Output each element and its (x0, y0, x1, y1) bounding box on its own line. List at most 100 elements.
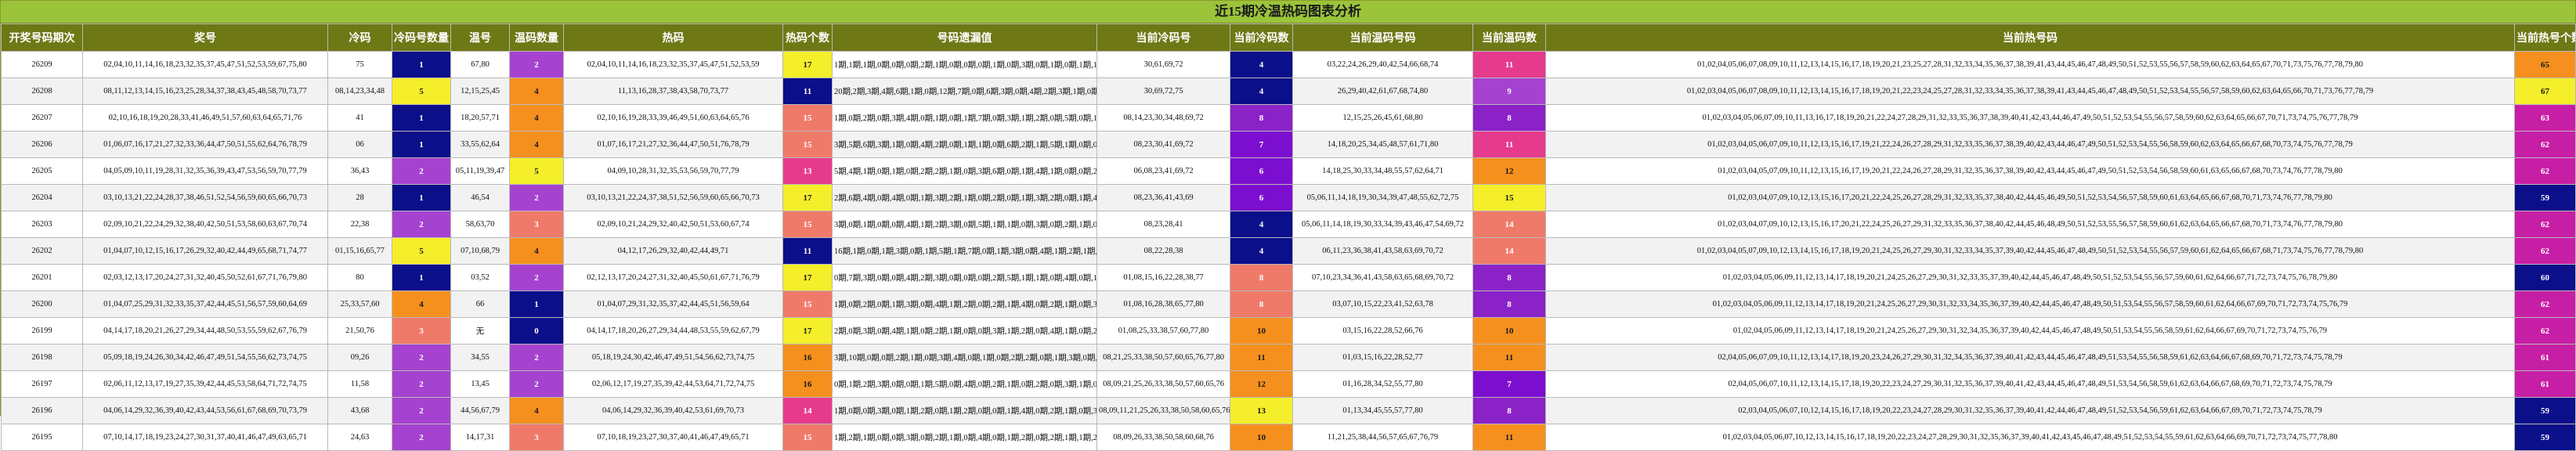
cold-cell: 25,33,57,60 (327, 290, 392, 318)
table-row: 26199 04,14,17,18,20,21,26,27,29,34,44,48… (1, 317, 2576, 345)
current-hot-cell: 02,04,05,06,07,09,10,11,12,13,14,17,18,1… (1545, 344, 2515, 371)
current-warm-cell: 06,11,23,36,38,41,43,58,63,69,70,72 (1292, 237, 1473, 265)
current-warm-count-cell: 8 (1472, 104, 1546, 132)
warm-count-cell: 2 (509, 51, 564, 78)
current-cold-cell: 08,23,28,41 (1097, 211, 1230, 238)
table-row: 26207 02,10,16,18,19,20,28,33,41,46,49,51… (1, 104, 2576, 132)
table-row: 26197 02,06,11,12,13,17,19,27,35,39,42,44… (1, 370, 2576, 398)
award-cell: 04,05,09,10,11,19,28,31,32,35,36,39,43,4… (82, 157, 328, 185)
issue-cell: 26195 (1, 424, 83, 451)
miss-cell: 0期,1期,2期,3期,0期,0期,1期,5期,0期,4期,0期,2期,1期,0… (832, 370, 1097, 398)
award-cell: 04,14,17,18,20,21,26,27,29,34,44,48,50,5… (82, 317, 328, 345)
warm-count-cell: 3 (509, 211, 564, 238)
current-hot-cell: 01,02,03,04,05,07,09,10,12,13,14,15,16,1… (1545, 237, 2515, 265)
header-warm-count: 温码数量 (509, 23, 564, 52)
hot-count-cell: 17 (782, 317, 833, 345)
warm-cell: 67,80 (450, 51, 510, 78)
award-cell: 01,04,07,10,12,15,16,17,26,29,32,40,42,4… (82, 237, 328, 265)
cold-cell: 28 (327, 184, 392, 211)
current-warm-cell: 05,06,11,14,18,19,30,34,39,47,48,55,62,7… (1292, 184, 1473, 211)
current-hot-count-cell: 60 (2514, 264, 2576, 291)
current-cold-count-cell: 8 (1230, 290, 1293, 318)
cold-cell: 06 (327, 131, 392, 158)
hot-cell: 05,18,19,24,30,42,46,47,49,51,54,56,62,7… (563, 344, 783, 371)
miss-cell: 1期,0期,2期,0期,3期,4期,0期,1期,0期,1期,7期,0期,3期,1… (832, 104, 1097, 132)
hot-cell: 04,12,17,26,29,32,40,42,44,49,71 (563, 237, 783, 265)
current-warm-cell: 03,22,24,26,29,40,42,54,66,68,74 (1292, 51, 1473, 78)
current-warm-count-cell: 14 (1472, 237, 1546, 265)
current-warm-cell: 03,07,10,15,22,23,41,52,63,78 (1292, 290, 1473, 318)
award-cell: 01,06,07,16,17,21,27,32,33,36,44,47,50,5… (82, 131, 328, 158)
current-warm-cell: 01,13,34,45,55,57,77,80 (1292, 397, 1473, 424)
hot-count-cell: 16 (782, 344, 833, 371)
current-hot-cell: 01,02,03,04,05,06,07,09,10,11,12,13,15,1… (1545, 131, 2515, 158)
current-cold-cell: 08,23,30,41,69,72 (1097, 131, 1230, 158)
cold-cell: 36,43 (327, 157, 392, 185)
warm-count-cell: 4 (509, 104, 564, 132)
warm-cell: 07,10,68,79 (450, 237, 510, 265)
hot-count-cell: 15 (782, 290, 833, 318)
header-current-warm-count: 当前温码数 (1472, 23, 1546, 52)
current-warm-cell: 07,10,23,34,36,41,43,58,63,65,68,69,70,7… (1292, 264, 1473, 291)
table-row: 26206 01,06,07,16,17,21,27,32,33,36,44,47… (1, 131, 2576, 158)
current-cold-count-cell: 11 (1230, 344, 1293, 371)
cold-count-cell: 2 (392, 157, 451, 185)
header-warm: 温号 (450, 23, 510, 52)
warm-cell: 33,55,62,64 (450, 131, 510, 158)
cold-count-cell: 1 (392, 51, 451, 78)
cold-cell: 11,58 (327, 370, 392, 398)
issue-cell: 26201 (1, 264, 83, 291)
current-cold-cell: 30,69,72,75 (1097, 78, 1230, 105)
current-warm-cell: 12,15,25,26,45,61,68,80 (1292, 104, 1473, 132)
current-warm-cell: 14,18,25,30,33,34,48,55,57,62,64,71 (1292, 157, 1473, 185)
hot-count-cell: 11 (782, 78, 833, 105)
miss-cell: 1期,0期,2期,0期,1期,3期,0期,4期,1期,2期,0期,2期,1期,4… (832, 290, 1097, 318)
current-cold-count-cell: 13 (1230, 397, 1293, 424)
current-cold-cell: 01,08,15,16,22,28,38,77 (1097, 264, 1230, 291)
award-cell: 02,04,10,11,14,16,18,23,32,35,37,45,47,5… (82, 51, 328, 78)
warm-cell: 34,55 (450, 344, 510, 371)
hot-count-cell: 13 (782, 157, 833, 185)
current-warm-count-cell: 8 (1472, 397, 1546, 424)
cold-cell: 80 (327, 264, 392, 291)
current-cold-cell: 08,09,11,21,25,26,33,38,50,58,60,65,76 (1097, 397, 1230, 424)
table-row: 26201 02,03,12,13,17,20,24,27,31,32,40,45… (1, 264, 2576, 291)
header-cold-count: 冷码号数量 (392, 23, 451, 52)
warm-count-cell: 4 (509, 397, 564, 424)
current-hot-count-cell: 62 (2514, 211, 2576, 238)
current-hot-count-cell: 59 (2514, 424, 2576, 451)
current-hot-cell: 01,02,03,04,07,09,10,12,13,15,16,17,20,2… (1545, 211, 2515, 238)
hot-cell: 11,13,16,28,37,38,43,58,70,73,77 (563, 78, 783, 105)
award-cell: 02,06,11,12,13,17,19,27,35,39,42,44,45,5… (82, 370, 328, 398)
miss-cell: 3期,10期,0期,0期,2期,1期,0期,3期,4期,0期,1期,0期,2期,… (832, 344, 1097, 371)
header-hot-count: 热码个数 (782, 23, 833, 52)
chart-analysis-window: 近15期冷温热码图表分析 开奖号码期次 奖号 冷码 冷码号数量 温号 温码数量 … (0, 0, 2576, 451)
cold-cell: 43,68 (327, 397, 392, 424)
current-warm-cell: 11,21,25,38,44,56,57,65,67,76,79 (1292, 424, 1473, 451)
current-cold-count-cell: 6 (1230, 157, 1293, 185)
current-hot-count-cell: 62 (2514, 237, 2576, 265)
warm-cell: 44,56,67,79 (450, 397, 510, 424)
award-cell: 02,09,10,21,22,24,29,32,38,40,42,50,51,5… (82, 211, 328, 238)
table-row: 26205 04,05,09,10,11,19,28,31,32,35,36,39… (1, 157, 2576, 185)
warm-count-cell: 1 (509, 290, 564, 318)
header-current-hot: 当前热号码 (1545, 23, 2515, 52)
miss-cell: 1期,1期,1期,0期,0期,0期,2期,1期,0期,0期,0期,1期,0期,3… (832, 51, 1097, 78)
award-cell: 02,03,12,13,17,20,24,27,31,32,40,45,50,5… (82, 264, 328, 291)
current-cold-count-cell: 10 (1230, 424, 1293, 451)
hot-cell: 02,09,10,21,24,29,32,40,42,50,51,53,60,6… (563, 211, 783, 238)
warm-cell: 05,11,19,39,47 (450, 157, 510, 185)
header-row: 开奖号码期次 奖号 冷码 冷码号数量 温号 温码数量 热码 热码个数 号码遗漏值… (1, 23, 2576, 52)
award-cell: 05,09,18,19,24,26,30,34,42,46,47,49,51,5… (82, 344, 328, 371)
cold-cell: 41 (327, 104, 392, 132)
table-row: 26200 01,04,07,25,29,31,32,33,35,37,42,44… (1, 290, 2576, 318)
current-warm-count-cell: 11 (1472, 51, 1546, 78)
warm-cell: 46,54 (450, 184, 510, 211)
current-warm-count-cell: 11 (1472, 344, 1546, 371)
current-cold-count-cell: 4 (1230, 51, 1293, 78)
table-row: 26203 02,09,10,21,22,24,29,32,38,40,42,50… (1, 211, 2576, 238)
current-hot-count-cell: 59 (2514, 184, 2576, 211)
header-current-hot-count: 当前热号个数 (2514, 23, 2576, 52)
header-award: 奖号 (82, 23, 328, 52)
current-warm-count-cell: 12 (1472, 157, 1546, 185)
